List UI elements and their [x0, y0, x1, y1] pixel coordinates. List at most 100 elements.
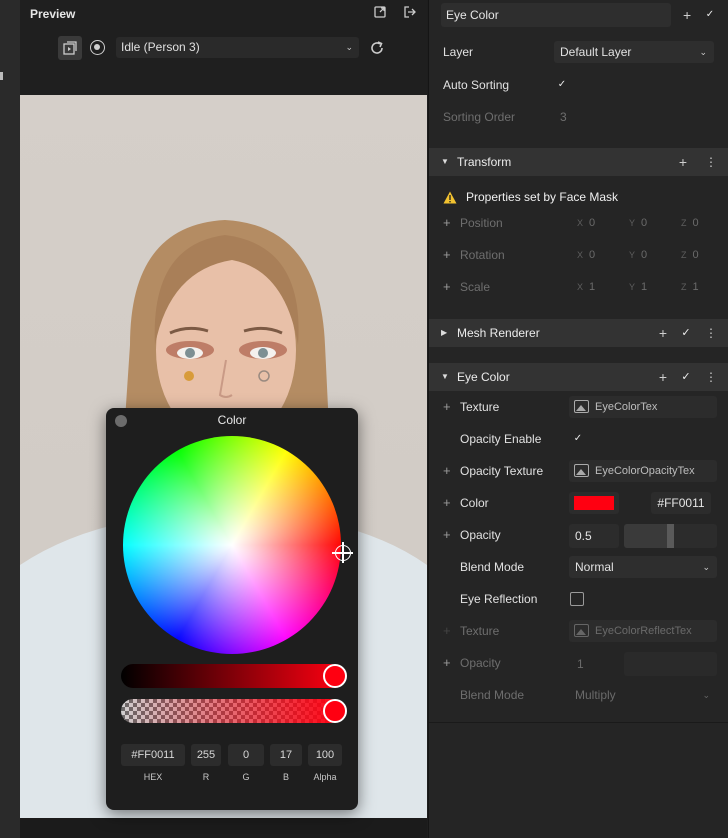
rotation-x[interactable]: X0: [577, 241, 595, 269]
opacity-slider[interactable]: [624, 524, 717, 548]
popout-icon[interactable]: [372, 6, 388, 22]
chevron-down-icon: ⌄: [702, 562, 710, 572]
more-options-icon[interactable]: ⋮: [705, 319, 717, 347]
scale-z[interactable]: Z1: [681, 273, 699, 301]
expand-triangle-icon[interactable]: ▶: [441, 319, 447, 347]
mesh-renderer-enabled-checkbox[interactable]: ✓: [679, 326, 693, 340]
eye-reflection-label: Eye Reflection: [460, 592, 538, 606]
chevron-down-icon: ⌄: [702, 690, 710, 700]
object-enabled-checkbox[interactable]: ✓: [703, 8, 717, 22]
layer-label: Layer: [443, 45, 474, 59]
position-y[interactable]: Y0: [629, 209, 647, 237]
red-input[interactable]: 255: [191, 744, 221, 766]
collapse-triangle-icon[interactable]: ▼: [441, 148, 449, 176]
add-icon[interactable]: +: [679, 148, 687, 176]
color-row: + Color #FF0011: [429, 489, 728, 517]
texture-field[interactable]: EyeColorTex: [569, 396, 717, 418]
expand-plus-icon[interactable]: +: [443, 241, 451, 269]
color-swatch: [574, 496, 614, 510]
alpha-slider-handle[interactable]: [323, 699, 347, 723]
rotation-label: Rotation: [460, 248, 505, 262]
image-icon: [574, 464, 589, 477]
expand-plus-icon[interactable]: +: [443, 521, 451, 549]
blend-mode-dropdown[interactable]: Normal ⌄: [569, 556, 717, 578]
position-row: + Position X0 Y0 Z0: [429, 209, 728, 237]
add-component-icon[interactable]: +: [683, 2, 691, 28]
blue-input[interactable]: 17: [270, 744, 302, 766]
opacity-label: Opacity: [460, 528, 501, 542]
opacity-texture-field[interactable]: EyeColorOpacityTex: [569, 460, 717, 482]
image-icon: [574, 624, 589, 637]
expand-plus-icon[interactable]: +: [443, 393, 451, 421]
auto-sorting-checkbox[interactable]: ✓: [555, 78, 569, 92]
red-label: R: [202, 772, 210, 782]
green-label: G: [242, 772, 250, 782]
color-picker-popup[interactable]: Color #FF0011 255 0 17 100 HEX R G B Alp…: [106, 408, 358, 810]
mesh-renderer-section-header[interactable]: ▶ Mesh Renderer + ✓ ⋮: [429, 319, 728, 347]
scene-panel-edge: [0, 0, 20, 838]
eye-reflection-checkbox[interactable]: [570, 592, 584, 606]
transform-title: Transform: [457, 155, 512, 169]
add-icon[interactable]: +: [659, 319, 667, 347]
chevron-down-icon: ⌄: [345, 42, 353, 52]
object-name-input[interactable]: Eye Color: [441, 3, 671, 27]
position-z[interactable]: Z0: [681, 209, 699, 237]
eye-color-enabled-checkbox[interactable]: ✓: [679, 370, 693, 384]
opacity-enable-checkbox[interactable]: ✓: [571, 432, 585, 446]
scale-y[interactable]: Y1: [629, 273, 647, 301]
color-swatch-button[interactable]: [569, 492, 619, 514]
add-icon[interactable]: +: [659, 363, 667, 391]
opacity-input[interactable]: 0.5: [569, 524, 619, 548]
texture-label: Texture: [460, 400, 500, 414]
rotation-y[interactable]: Y0: [629, 241, 647, 269]
position-x[interactable]: X0: [577, 209, 595, 237]
refresh-icon[interactable]: [368, 39, 386, 57]
reflect-texture-value: EyeColorReflectTex: [595, 625, 692, 637]
camera-toggle-button[interactable]: [58, 36, 82, 60]
hex-label: HEX: [143, 772, 163, 782]
transform-section-header[interactable]: ▼ Transform + ⋮: [429, 148, 728, 176]
expand-plus-icon[interactable]: +: [443, 273, 451, 301]
color-wheel-crosshair-icon[interactable]: [332, 542, 353, 563]
animation-select[interactable]: Idle (Person 3) ⌄: [116, 37, 359, 58]
layer-row: Layer Default Layer ⌄: [429, 38, 728, 66]
exit-preview-icon[interactable]: [402, 6, 418, 22]
hex-input[interactable]: #FF0011: [121, 744, 185, 766]
more-options-icon[interactable]: ⋮: [705, 148, 717, 176]
texture-value: EyeColorTex: [595, 401, 658, 413]
blend-mode-row: Blend Mode Normal ⌄: [429, 553, 728, 581]
color-label: Color: [460, 496, 489, 510]
expand-plus-icon[interactable]: +: [443, 457, 451, 485]
alpha-slider[interactable]: [121, 699, 347, 723]
eye-reflection-row: Eye Reflection: [429, 585, 728, 613]
reflect-blend-label: Blend Mode: [460, 688, 525, 702]
expand-plus-icon[interactable]: +: [443, 489, 451, 517]
opacity-enable-label: Opacity Enable: [460, 432, 542, 446]
auto-sorting-label: Auto Sorting: [443, 78, 510, 92]
eye-color-section-header[interactable]: ▼ Eye Color + ✓ ⋮: [429, 363, 728, 391]
animation-select-value: Idle (Person 3): [121, 40, 200, 54]
more-options-icon[interactable]: ⋮: [705, 363, 717, 391]
reflect-texture-label: Texture: [460, 624, 500, 638]
opacity-slider-handle[interactable]: [667, 524, 674, 548]
color-picker-title: Color: [217, 413, 247, 427]
blue-label: B: [282, 772, 289, 782]
alpha-input[interactable]: 100: [308, 744, 342, 766]
brightness-slider[interactable]: [121, 664, 347, 688]
record-icon[interactable]: [90, 40, 105, 55]
color-hex-input[interactable]: #FF0011: [651, 492, 711, 514]
color-wheel[interactable]: [123, 436, 341, 654]
collapse-triangle-icon[interactable]: ▼: [441, 363, 449, 391]
scale-x[interactable]: X1: [577, 273, 595, 301]
blend-mode-label: Blend Mode: [460, 560, 525, 574]
expand-plus-icon[interactable]: +: [443, 209, 451, 237]
sorting-order-value: 3: [560, 110, 567, 124]
expand-plus-icon: +: [443, 655, 451, 670]
brightness-slider-handle[interactable]: [323, 664, 347, 688]
scale-label: Scale: [460, 280, 491, 294]
green-input[interactable]: 0: [228, 744, 264, 766]
layer-dropdown[interactable]: Default Layer ⌄: [554, 41, 714, 63]
rotation-z[interactable]: Z0: [681, 241, 699, 269]
reflect-opacity-input: 1: [577, 657, 584, 671]
opacity-texture-label: Opacity Texture: [460, 464, 544, 478]
